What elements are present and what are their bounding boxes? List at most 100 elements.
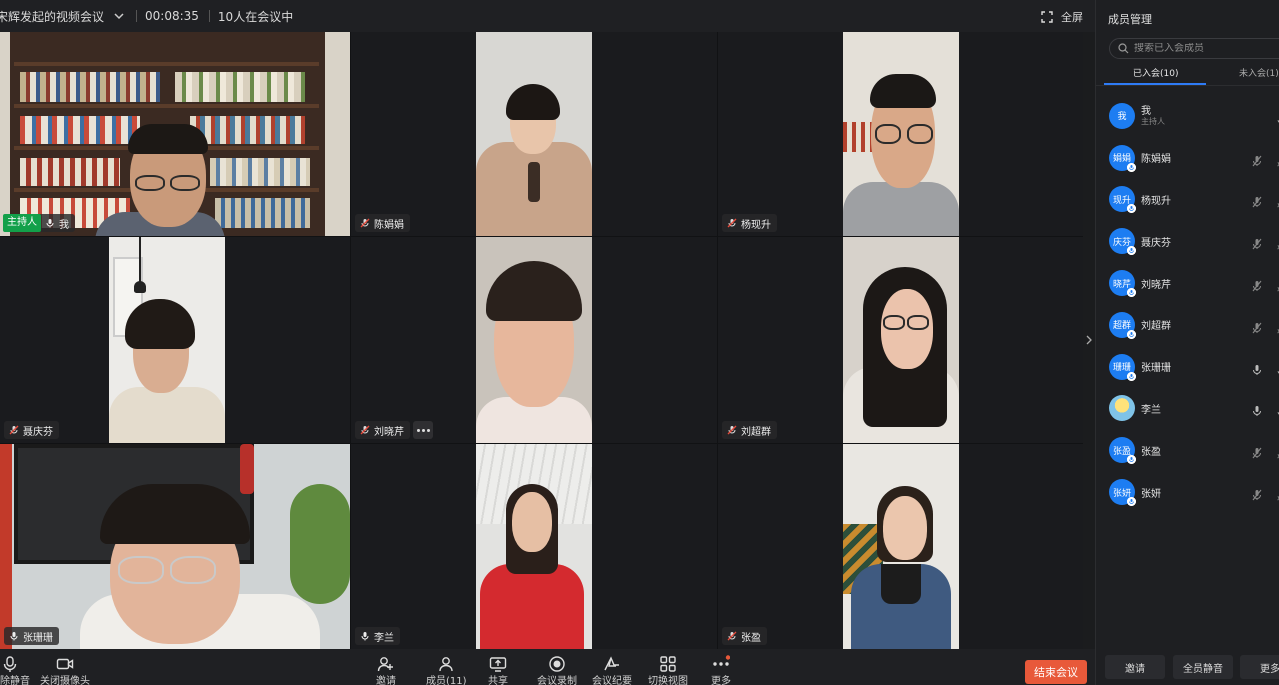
layout-label: 切换视图 (648, 676, 688, 685)
avatar: 超群 (1109, 311, 1136, 339)
mic-icon[interactable] (1251, 402, 1263, 417)
mic-status-badge-icon (1127, 204, 1136, 214)
member-row[interactable]: 晓芹 刘晓芹 (1096, 262, 1279, 304)
member-name: 陈娟娟 (1141, 154, 1171, 166)
camera-button[interactable]: 关闭摄像头 (40, 655, 90, 685)
chevron-right-icon (1086, 335, 1092, 345)
video-tile-nieqingfen[interactable]: 聂庆芬 (0, 237, 350, 443)
share-button[interactable]: 共享 (488, 655, 508, 685)
avatar: 现升 (1109, 186, 1136, 214)
camera-icon (56, 658, 74, 670)
member-row[interactable]: 李兰 (1096, 388, 1279, 430)
mic-icon (3, 656, 17, 672)
mic-status-badge-icon (1127, 497, 1136, 507)
member-row[interactable]: 超群 刘超群 (1096, 304, 1279, 346)
mic-status-badge-icon (1127, 329, 1136, 339)
member-row[interactable]: 张盈 张盈 (1096, 429, 1279, 471)
panel-invite-button[interactable]: 邀请 (1105, 655, 1165, 679)
members-panel: 成员管理 已入会(10) 未入会(1) 我我主持人娟娟陈娟娟现升杨现升庆芬聂庆芬… (1095, 0, 1279, 685)
users-icon (439, 657, 453, 672)
tile-nametag: 张珊珊 (4, 627, 59, 645)
video-feed (843, 237, 959, 443)
member-row[interactable]: 娟娟 陈娟娟 (1096, 137, 1279, 179)
panel-more-button[interactable]: 更多 (1240, 655, 1279, 679)
video-tile-chenjuanjuan[interactable]: 陈娟娟 (351, 32, 717, 236)
divider (136, 10, 138, 22)
tile-nametag: 杨现升 (722, 214, 777, 232)
end-meeting-button[interactable]: 结束会议 (1025, 660, 1087, 684)
tile-name: 我 (59, 219, 69, 231)
tile-nametag: 李兰 (355, 627, 400, 645)
tile-name: 李兰 (374, 632, 394, 644)
video-tile-liuchaoqun[interactable]: 刘超群 (718, 237, 1083, 443)
avatar: 张盈 (1109, 437, 1136, 465)
more-button[interactable]: 更多 (711, 655, 731, 685)
member-row[interactable]: 张妍 张妍 (1096, 471, 1279, 513)
minutes-button[interactable]: 会议纪要 (592, 655, 632, 685)
invite-button[interactable]: 邀请 (376, 655, 396, 685)
search-icon (1118, 43, 1129, 54)
panel-actions: 邀请 全员静音 更多 (1096, 655, 1279, 681)
member-search[interactable] (1109, 38, 1279, 59)
members-button[interactable]: 成员(11) (426, 655, 467, 685)
video-tile-me[interactable]: 主持人 我 (0, 32, 350, 236)
unmute-label: 解除静音 (0, 676, 30, 685)
video-tile-liuxiaoqin[interactable]: 刘晓芹 (351, 237, 717, 443)
mic-status-badge-icon (1127, 246, 1136, 256)
tab-not-joined[interactable]: 未入会(1) (1239, 66, 1279, 79)
layout-button[interactable]: 切换视图 (648, 655, 688, 685)
chevron-down-icon[interactable] (112, 9, 126, 23)
collapse-panel-handle[interactable] (1083, 320, 1095, 360)
tab-indicator (1104, 83, 1206, 85)
search-input[interactable] (1134, 43, 1279, 54)
video-tile-yangxiansheng[interactable]: 杨现升 (718, 32, 1083, 236)
tile-name: 陈娟娟 (374, 219, 404, 231)
mic-muted-icon[interactable] (1251, 444, 1263, 459)
mic-muted-icon[interactable] (1251, 193, 1263, 208)
ai-minutes-icon (604, 656, 619, 671)
tab-divider (1096, 85, 1279, 86)
tile-more-button[interactable] (413, 421, 433, 439)
tile-name: 刘超群 (741, 426, 771, 438)
video-feed (476, 444, 592, 649)
member-row[interactable]: 庆芬 聂庆芬 (1096, 220, 1279, 262)
video-tile-zhangying[interactable]: 张盈 (718, 444, 1083, 649)
tab-joined[interactable]: 已入会(10) (1133, 66, 1178, 79)
host-badge: 主持人 (3, 214, 41, 232)
camera-label: 关闭摄像头 (40, 676, 90, 685)
member-row[interactable]: 现升 杨现升 (1096, 179, 1279, 221)
meeting-toolbar: 解除静音 关闭摄像头 邀请 成员(11) 共享 会议录制 会议纪要 切换视图 (0, 649, 1095, 685)
meeting-window: 宋辉发起的视频会议 00:08:35 10人在会议中 全屏 主持人 我 陈娟娟 … (0, 0, 1279, 685)
meeting-title[interactable]: 宋辉发起的视频会议 (0, 8, 104, 25)
member-name: 杨现升 (1141, 195, 1171, 207)
member-row[interactable]: 珊珊 张珊珊 (1096, 346, 1279, 388)
record-label: 会议录制 (537, 676, 577, 685)
avatar: 珊珊 (1109, 353, 1136, 381)
divider (208, 10, 210, 22)
member-name: 刘超群 (1141, 321, 1171, 333)
tile-name: 刘晓芹 (374, 426, 404, 438)
mic-icon[interactable] (1251, 361, 1263, 375)
mic-muted-icon (360, 218, 370, 228)
mic-muted-icon[interactable] (1251, 277, 1263, 292)
members-label: 成员(11) (426, 676, 467, 685)
unmute-button[interactable]: 解除静音 (0, 655, 30, 685)
tile-name: 聂庆芬 (23, 426, 53, 438)
member-row[interactable]: 我我主持人 (1096, 95, 1279, 137)
avatar: 庆芬 (1109, 228, 1136, 256)
tile-name: 杨现升 (741, 219, 771, 231)
record-button[interactable]: 会议录制 (537, 655, 577, 685)
fullscreen-button[interactable]: 全屏 (1041, 9, 1083, 25)
mic-muted-icon[interactable] (1251, 152, 1263, 167)
mute-all-button[interactable]: 全员静音 (1173, 655, 1233, 679)
mic-status-badge-icon (1127, 455, 1136, 465)
grid-view-icon (660, 656, 676, 672)
mic-muted-icon[interactable] (1251, 235, 1263, 250)
member-name: 我 (1141, 106, 1151, 117)
mic-muted-icon[interactable] (1251, 319, 1263, 334)
mic-icon (46, 219, 54, 228)
mic-muted-icon[interactable] (1251, 486, 1263, 501)
video-tile-zhangshanshan[interactable]: 张珊珊 (0, 444, 350, 649)
video-tile-lilan[interactable]: 李兰 (351, 444, 717, 649)
tile-name: 张珊珊 (23, 632, 53, 644)
